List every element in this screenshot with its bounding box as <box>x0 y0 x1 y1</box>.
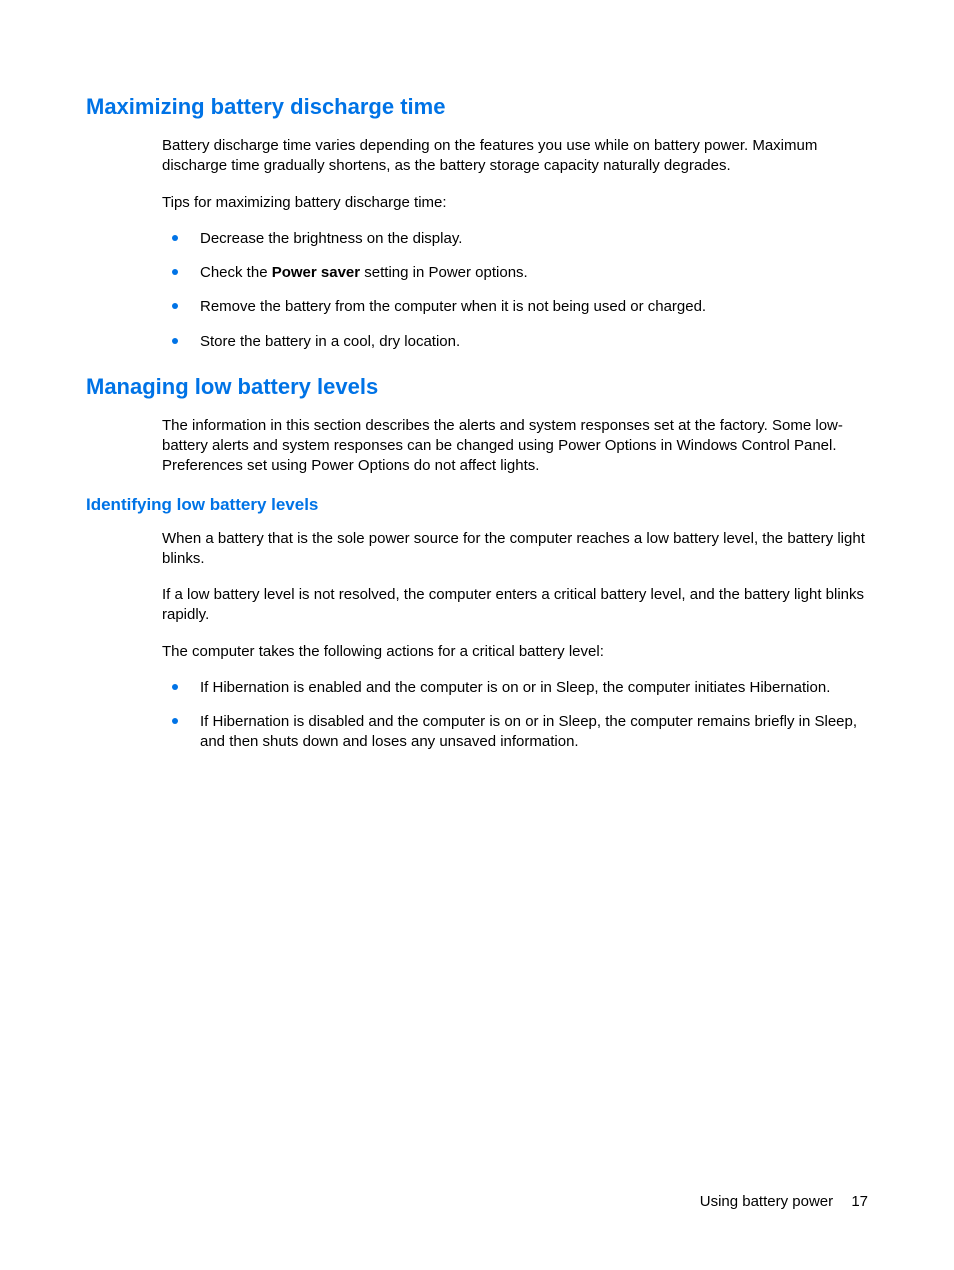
section1-para1: Battery discharge time varies depending … <box>162 136 868 177</box>
subsection-para1: When a battery that is the sole power so… <box>162 529 868 570</box>
section-heading-maximizing: Maximizing battery discharge time <box>86 94 868 120</box>
list-item: Decrease the brightness on the display. <box>162 229 868 249</box>
section1-tips-intro: Tips for maximizing battery discharge ti… <box>162 193 868 213</box>
list-item: If Hibernation is enabled and the comput… <box>162 678 868 698</box>
list-item: Remove the battery from the computer whe… <box>162 297 868 317</box>
page-footer: Using battery power 17 <box>700 1193 868 1210</box>
section-heading-managing: Managing low battery levels <box>86 374 868 400</box>
subsection-para3: The computer takes the following actions… <box>162 642 868 662</box>
list-item: Store the battery in a cool, dry locatio… <box>162 332 868 352</box>
list-item: If Hibernation is disabled and the compu… <box>162 712 868 753</box>
subsection-heading-identifying: Identifying low battery levels <box>86 495 868 515</box>
subsection-actions-list: If Hibernation is enabled and the comput… <box>162 678 868 753</box>
footer-label: Using battery power <box>700 1193 833 1210</box>
page-number: 17 <box>851 1193 868 1210</box>
list-item: Check the Power saver setting in Power o… <box>162 263 868 283</box>
section1-tips-list: Decrease the brightness on the display. … <box>162 229 868 352</box>
section2-para1: The information in this section describe… <box>162 416 868 477</box>
subsection-para2: If a low battery level is not resolved, … <box>162 585 868 626</box>
